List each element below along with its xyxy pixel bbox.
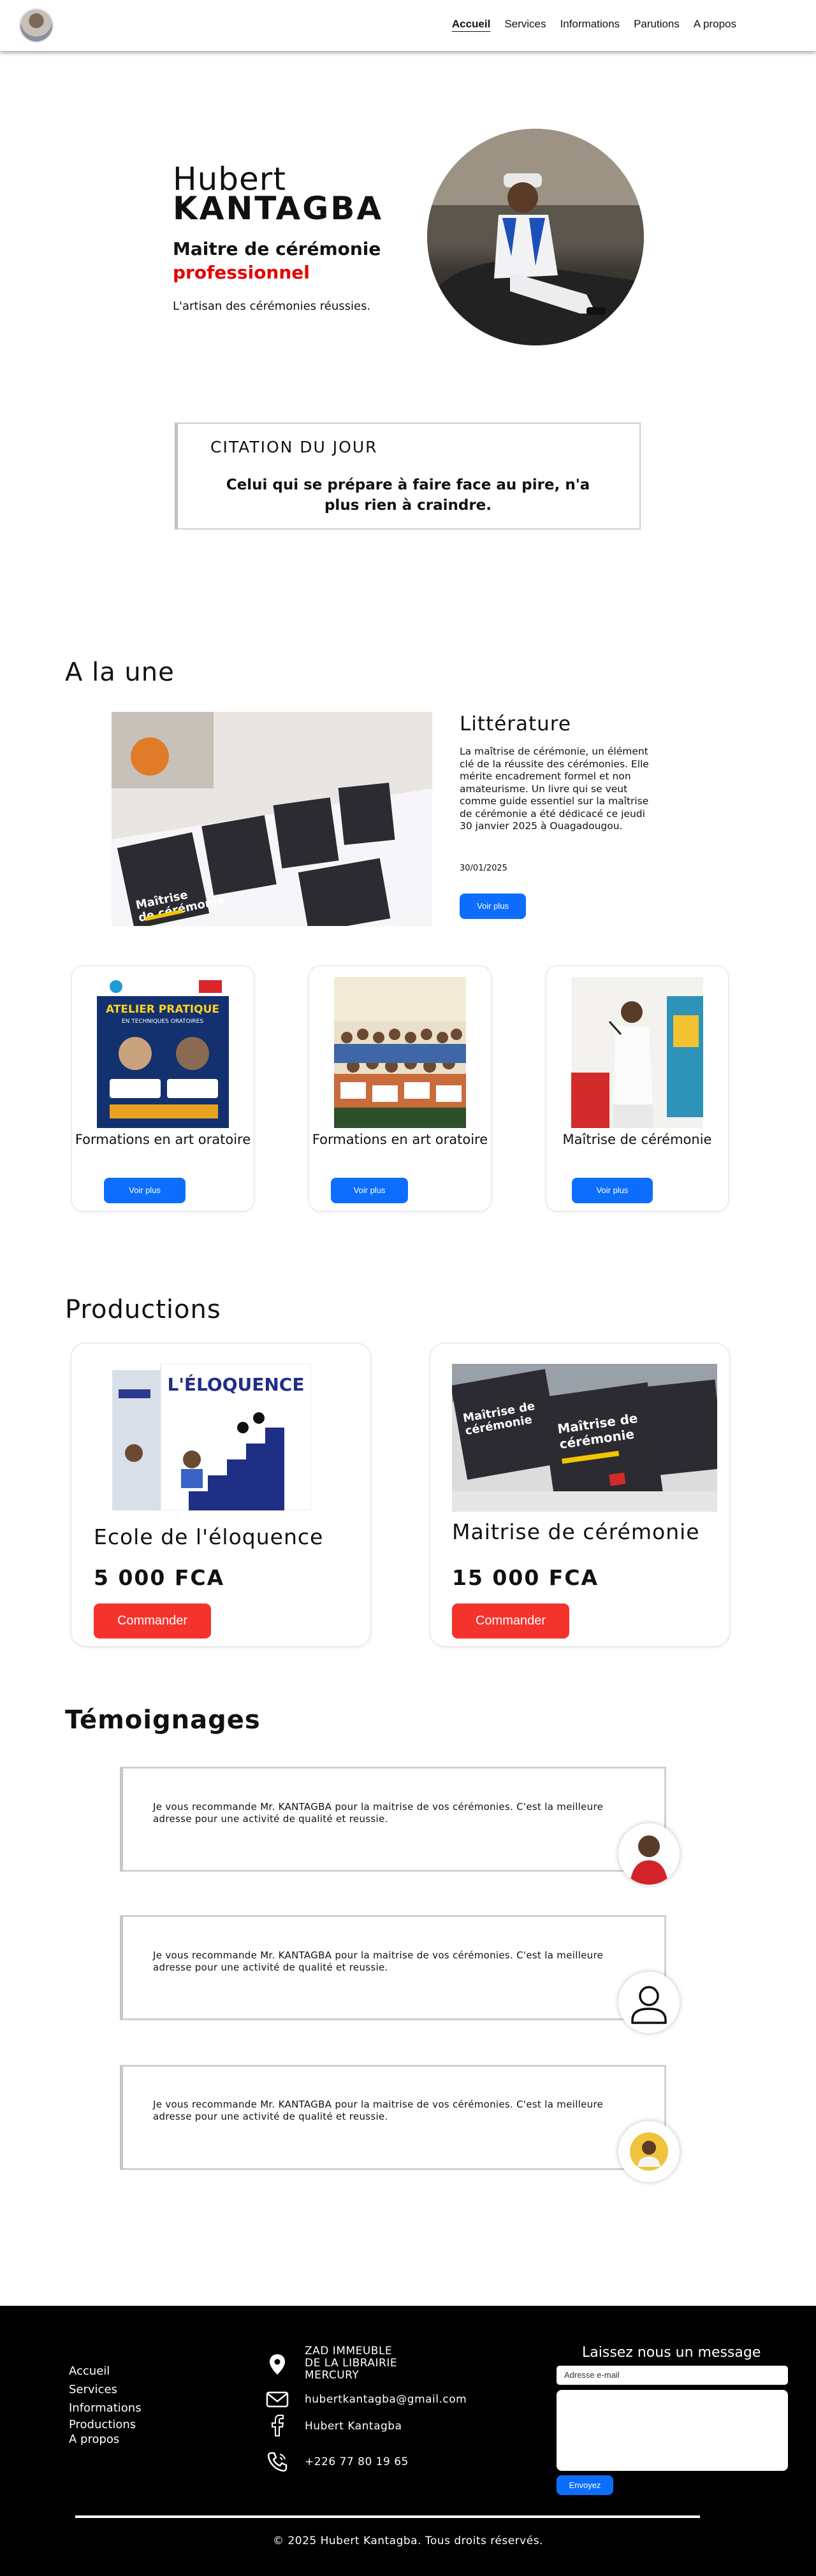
card-title-1: Formations en art oratoire xyxy=(75,1132,251,1147)
product-price-1: 5 000 FCA xyxy=(94,1565,225,1590)
hero-role-line1: Maitre de cérémonie xyxy=(173,238,381,259)
cover-title: L'ÉLOQUENCE xyxy=(168,1373,305,1395)
avatar-photo-red-shirt xyxy=(618,1823,680,1885)
hero-name: Hubert KANTAGBA xyxy=(173,163,384,227)
contact-email-input[interactable]: Adresse e-mail xyxy=(557,2366,788,2385)
poster-title: ATELIER PRATIQUE xyxy=(106,1003,219,1016)
user-icon xyxy=(618,1972,680,2033)
eloquence-book-cover: L'ÉLOQUENCE xyxy=(112,1364,311,1510)
card-3-voir-plus-button[interactable]: Voir plus xyxy=(572,1178,653,1203)
contact-send-button[interactable]: Envoyez xyxy=(557,2475,613,2495)
speaker-photo-illustration xyxy=(571,977,703,1128)
hero-role-line2: professionnel xyxy=(173,262,310,283)
product-title-2: Maitrise de cérémonie xyxy=(452,1519,700,1544)
product-image-eloquence-book: L'ÉLOQUENCE xyxy=(112,1364,311,1510)
footer-address-line-2: DE LA LIBRAIRIE xyxy=(305,2357,398,2370)
footer-divider xyxy=(75,2515,700,2518)
testimonial-text-1: Je vous recommande Mr. KANTAGBA pour la … xyxy=(153,1801,604,1825)
hero-portrait-photo xyxy=(427,129,644,345)
featured-body: La maîtrise de cérémonie, un élément clé… xyxy=(460,746,649,832)
footer-address-line-1: ZAD IMMEUBLE xyxy=(305,2345,393,2357)
testimonial-avatar-3 xyxy=(618,2121,680,2182)
footer-link-services[interactable]: Services xyxy=(69,2380,142,2399)
portrait-illustration xyxy=(427,129,644,345)
quote-text: Celui qui se prépare à faire face au pir… xyxy=(226,477,590,514)
featured-title: Littérature xyxy=(460,713,571,735)
group-photo-illustration xyxy=(334,977,466,1128)
product-2-commander-button[interactable]: Commander xyxy=(452,1603,569,1639)
featured-date: 30/01/2025 xyxy=(460,864,507,873)
footer-address: ZAD IMMEUBLE DE LA LIBRAIRIE MERCURY xyxy=(305,2345,397,2382)
featured-voir-plus-button[interactable]: Voir plus xyxy=(460,894,526,919)
footer-facebook[interactable]: Hubert Kantagba xyxy=(305,2420,402,2433)
site-logo[interactable] xyxy=(19,8,54,43)
nav-links: Accueil Services Informations Parutions … xyxy=(452,18,736,31)
top-navbar: Accueil Services Informations Parutions … xyxy=(0,0,816,51)
facebook-icon xyxy=(272,2414,284,2436)
testimonial-text-3: Je vous recommande Mr. KANTAGBA pour la … xyxy=(153,2099,604,2122)
nav-item-informations[interactable]: Informations xyxy=(560,18,620,31)
location-pin-icon xyxy=(270,2354,285,2375)
testimonial-avatar-2 xyxy=(618,1972,680,2033)
contact-form-title: Laissez nous un message xyxy=(582,2345,761,2361)
books-illustration: Maîtrise de cérémonie xyxy=(112,712,432,926)
card-image-atelier-poster: ATELIER PRATIQUE EN TECHNIQUES ORATOIRES xyxy=(97,977,229,1128)
nav-item-accueil[interactable]: Accueil xyxy=(452,18,490,31)
card-image-speaker-photo xyxy=(571,977,703,1128)
footer-link-accueil[interactable]: Accueil xyxy=(69,2362,142,2380)
footer-phone[interactable]: +226 77 80 19 65 xyxy=(305,2456,409,2468)
section-heading-testimonials: Témoignages xyxy=(65,1705,261,1735)
phone-icon xyxy=(267,2452,288,2472)
contact-message-textarea[interactable] xyxy=(557,2390,788,2471)
card-title-3: Maîtrise de cérémonie xyxy=(562,1132,712,1147)
avatar-photo-yellow-bg xyxy=(618,2121,680,2182)
hero-tagline: L'artisan des cérémonies réussies. xyxy=(173,300,371,313)
maitrise-book-stack: Maîtrise de cérémonie Maîtrise de cérémo… xyxy=(452,1364,717,1512)
card-1-voir-plus-button[interactable]: Voir plus xyxy=(104,1178,186,1203)
quote-title: CITATION DU JOUR xyxy=(210,438,378,456)
product-1-commander-button[interactable]: Commander xyxy=(94,1603,211,1639)
section-heading-productions: Productions xyxy=(65,1295,221,1324)
product-price-2: 15 000 FCA xyxy=(452,1565,599,1590)
product-image-maitrise-book: Maîtrise de cérémonie Maîtrise de cérémo… xyxy=(452,1364,717,1512)
nav-item-services[interactable]: Services xyxy=(504,18,546,31)
section-heading-featured: A la une xyxy=(65,658,175,687)
card-2-voir-plus-button[interactable]: Voir plus xyxy=(331,1178,408,1203)
footer-copyright: © 2025 Hubert Kantagba. Tous droits rése… xyxy=(273,2535,543,2547)
footer-link-productions[interactable]: Productions xyxy=(69,2417,142,2432)
footer-link-informations[interactable]: Informations xyxy=(69,2399,142,2417)
atelier-poster-illustration: ATELIER PRATIQUE EN TECHNIQUES ORATOIRES xyxy=(97,977,229,1128)
testimonial-avatar-1 xyxy=(618,1823,680,1885)
footer-email[interactable]: hubertkantagba@gmail.com xyxy=(305,2394,467,2406)
product-title-1: Ecole de l'éloquence xyxy=(94,1524,324,1549)
featured-books-photo: Maîtrise de cérémonie xyxy=(112,712,432,926)
testimonial-text-2: Je vous recommande Mr. KANTAGBA pour la … xyxy=(153,1950,604,1973)
card-image-group-photo xyxy=(334,977,466,1128)
footer-link-a-propos[interactable]: A propos xyxy=(69,2432,142,2447)
card-title-2: Formations en art oratoire xyxy=(312,1132,488,1147)
nav-item-a-propos[interactable]: A propos xyxy=(694,18,736,31)
hero-role: Maitre de cérémonie professionnel xyxy=(173,237,381,284)
hero-last-name: KANTAGBA xyxy=(173,190,384,227)
mail-icon xyxy=(266,2391,289,2408)
poster-subtitle: EN TECHNIQUES ORATOIRES xyxy=(122,1018,203,1025)
footer-address-line-3: MERCURY xyxy=(305,2369,360,2382)
footer-links: Accueil Services Informations Production… xyxy=(69,2362,142,2447)
nav-item-parutions[interactable]: Parutions xyxy=(634,18,680,31)
